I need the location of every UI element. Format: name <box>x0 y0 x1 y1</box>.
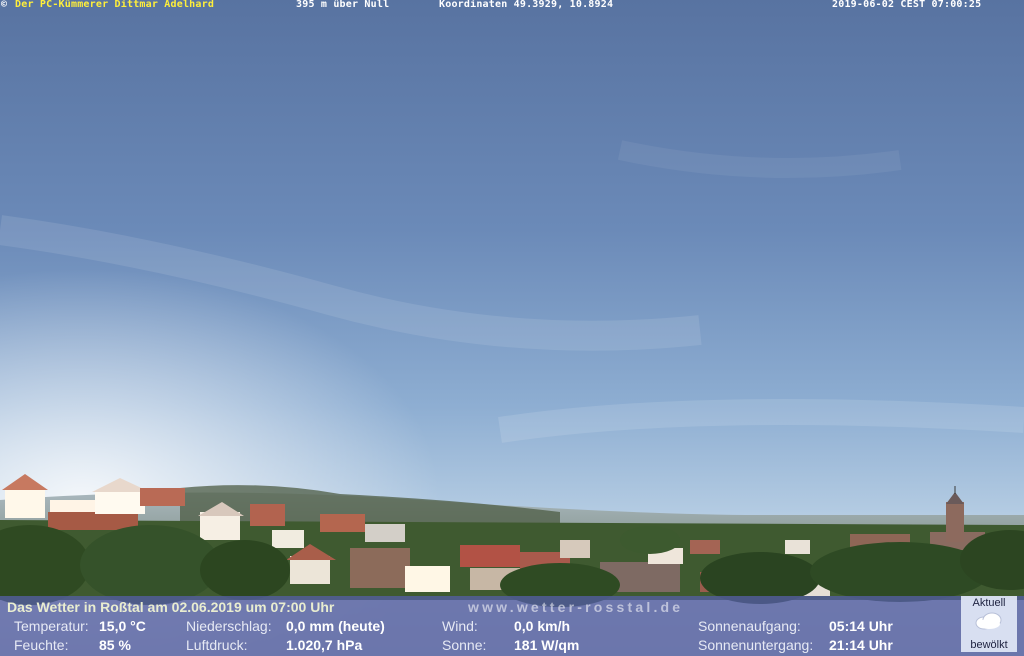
wind-label: Wind: <box>442 618 478 634</box>
sun-value: 181 W/qm <box>514 637 580 653</box>
sun-label: Sonne: <box>442 637 487 653</box>
status-caption-bottom: bewölkt <box>970 639 1008 651</box>
copyright-symbol: © <box>1 0 8 10</box>
pressure-label: Luftdruck: <box>186 637 248 653</box>
website-url: www.wetter-rosstal.de <box>468 599 684 615</box>
sunrise-value: 05:14 Uhr <box>829 618 893 634</box>
sunrise-label: Sonnenaufgang: <box>698 618 801 634</box>
sunset-label: Sonnenuntergang: <box>698 637 814 653</box>
humidity-value: 85 % <box>99 637 131 653</box>
humidity-label: Feuchte: <box>14 637 69 653</box>
precipitation-value: 0,0 mm (heute) <box>286 618 385 634</box>
temperature-label: Temperatur: <box>14 618 89 634</box>
webcam-photo <box>0 0 1024 656</box>
temperature-value: 15,0 °C <box>99 618 146 634</box>
wind-value: 0,0 km/h <box>514 618 571 634</box>
precipitation-label: Niederschlag: <box>186 618 272 634</box>
cloud-icon <box>975 612 1002 630</box>
weather-headline: Das Wetter in Roßtal am 02.06.2019 um 07… <box>7 599 335 615</box>
top-info-bar: © Der PC-Kümmerer Dittmar Adelhard 395 m… <box>0 0 1024 12</box>
pressure-value: 1.020,7 hPa <box>286 637 363 653</box>
coordinates-text: Koordinaten 49.3929, 10.8924 <box>439 0 614 10</box>
altitude-text: 395 m über Null <box>296 0 390 10</box>
owner-name: Der PC-Kümmerer Dittmar Adelhard <box>15 0 215 10</box>
status-caption-top: Aktuell <box>972 597 1006 609</box>
webcam-scene <box>0 0 1024 656</box>
weather-panel: Das Wetter in Roßtal am 02.06.2019 um 07… <box>0 596 1024 656</box>
current-conditions-box: Aktuell bewölkt <box>961 596 1017 652</box>
timestamp-text: 2019-06-02 CEST 07:00:25 <box>832 0 982 10</box>
sunset-value: 21:14 Uhr <box>829 637 893 653</box>
